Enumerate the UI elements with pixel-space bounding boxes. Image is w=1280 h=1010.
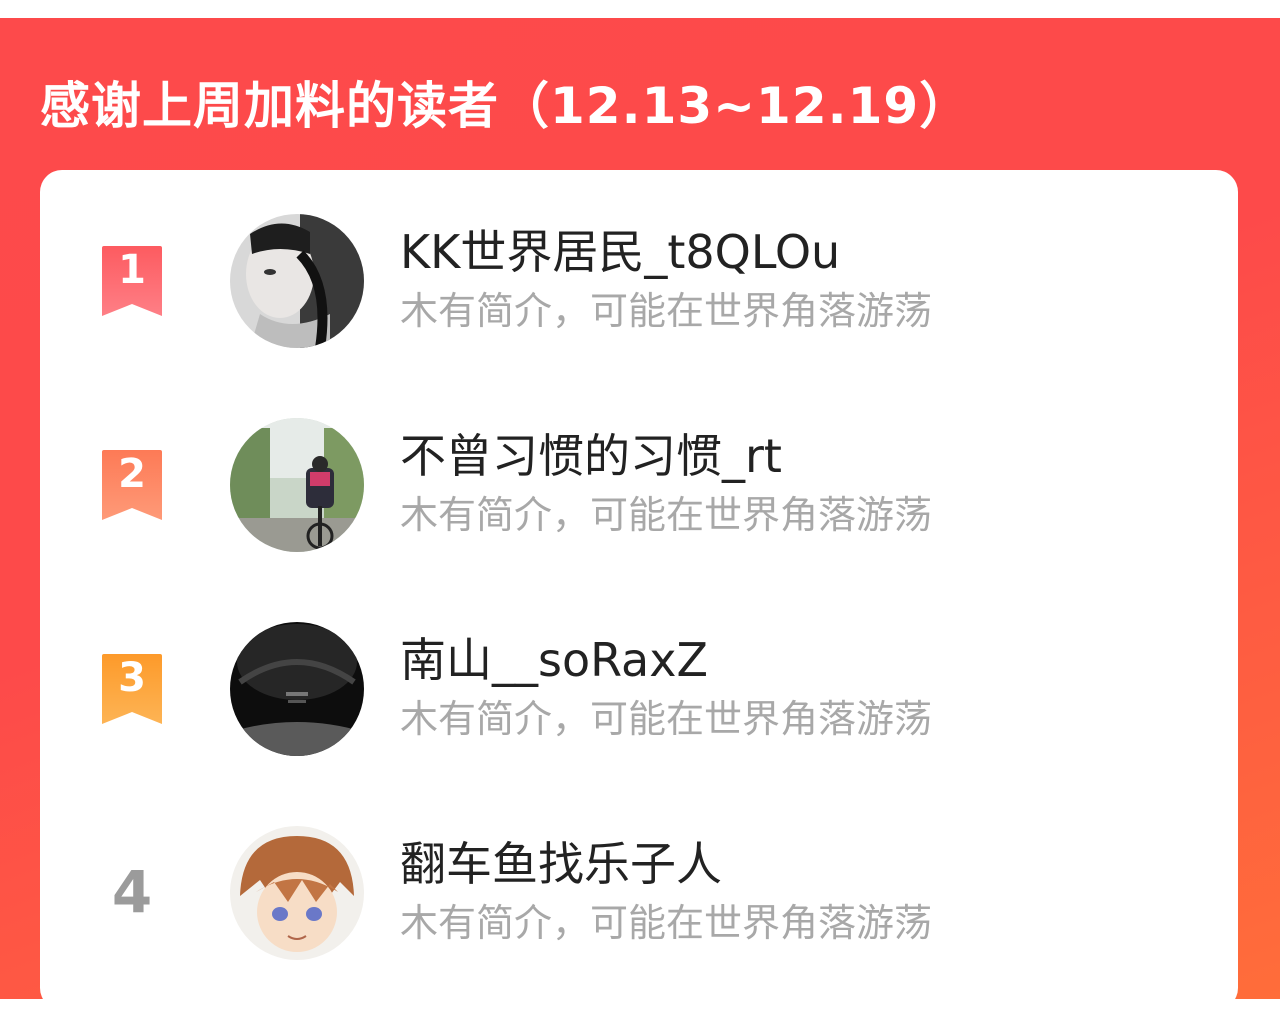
reader-bio: 木有简介，可能在世界角落游荡 — [400, 289, 933, 333]
list-item[interactable]: 3 南山__soRaxZ 木有简介，可能在世界角落游荡 — [40, 614, 1238, 774]
rank-number: 3 — [118, 655, 146, 701]
avatar[interactable] — [230, 826, 364, 960]
rank-number: 2 — [118, 451, 146, 497]
page-title: 感谢上周加料的读者（12.13~12.19） — [40, 77, 971, 135]
list-item[interactable]: 1 KK世界居民_t8QLOu 木有简介，可能在世界角落游荡 — [40, 206, 1238, 366]
rank-ribbon-icon: 1 — [98, 246, 166, 318]
reader-name[interactable]: KK世界居民_t8QLOu — [400, 216, 840, 282]
rank-ribbon-icon: 2 — [98, 450, 166, 522]
rank-ribbon-icon: 3 — [98, 654, 166, 726]
reader-list-card: 1 KK世界居民_t8QLOu 木有简介，可能在世界角落游荡 2 不曾习惯的习惯… — [40, 170, 1238, 1010]
reader-bio: 木有简介，可能在世界角落游荡 — [400, 493, 933, 537]
reader-name[interactable]: 不曾习惯的习惯_rt — [400, 420, 782, 486]
avatar[interactable] — [230, 418, 364, 552]
reader-name[interactable]: 翻车鱼找乐子人 — [400, 828, 722, 894]
reader-bio: 木有简介，可能在世界角落游荡 — [400, 901, 933, 945]
rank-number: 4 — [111, 858, 153, 926]
reader-name[interactable]: 南山__soRaxZ — [400, 624, 708, 690]
reader-bio: 木有简介，可能在世界角落游荡 — [400, 697, 933, 741]
list-item[interactable]: 2 不曾习惯的习惯_rt 木有简介，可能在世界角落游荡 — [40, 410, 1238, 570]
avatar[interactable] — [230, 622, 364, 756]
rank-number: 1 — [118, 247, 146, 293]
list-item[interactable]: 4 翻车鱼找乐子人 木有简介，可能在世界角落游荡 — [40, 818, 1238, 978]
avatar[interactable] — [230, 214, 364, 348]
